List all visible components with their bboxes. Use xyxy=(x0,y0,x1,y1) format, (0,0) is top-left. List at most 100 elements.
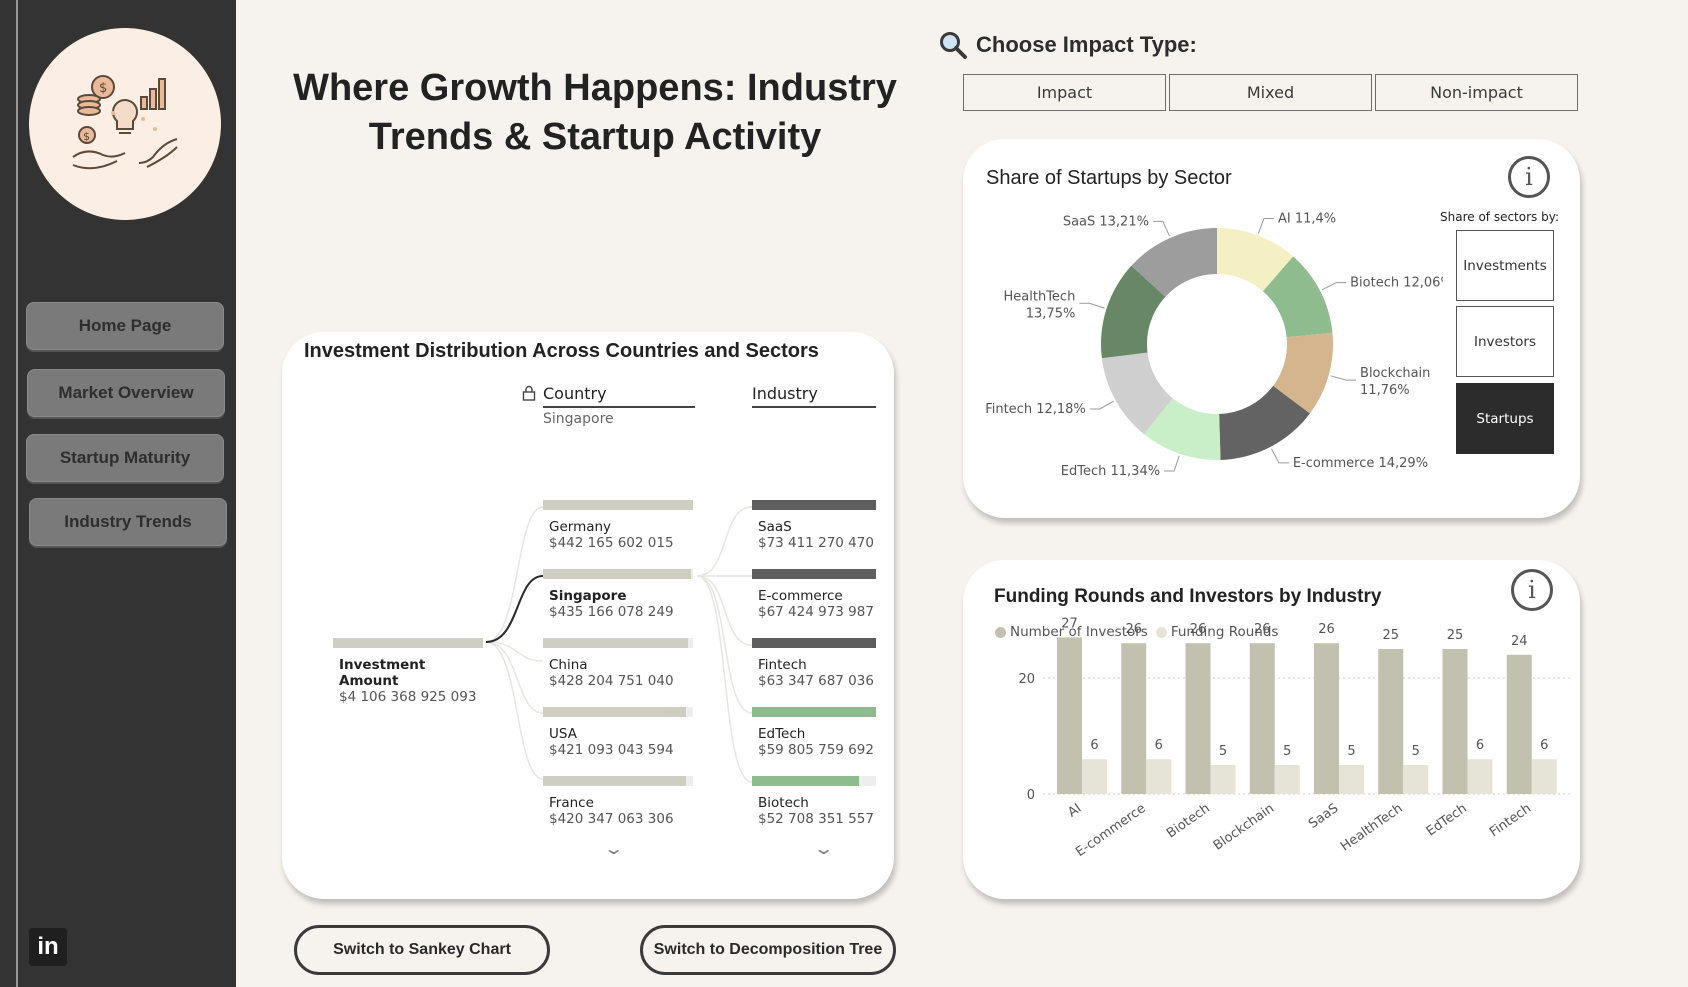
industry-node[interactable]: Fintech $63 347 687 036 xyxy=(752,638,876,689)
donut-leader-line xyxy=(1164,455,1180,472)
country-node-value: $420 347 063 306 xyxy=(549,811,674,827)
share-by-investments-button[interactable]: Investments xyxy=(1456,230,1554,301)
bar-category-label: EdTech xyxy=(1424,801,1470,839)
bar-data-label: 26 xyxy=(1190,622,1207,637)
bar-investors-healthtech[interactable] xyxy=(1378,649,1404,794)
country-expand-chevron-icon[interactable]: ⌄ xyxy=(603,839,624,858)
bar-data-label: 5 xyxy=(1412,744,1420,759)
bar-funding-healthtech[interactable] xyxy=(1403,765,1429,794)
share-by-startups-button[interactable]: Startups xyxy=(1456,383,1554,454)
bar-funding-biotech[interactable] xyxy=(1210,765,1236,794)
bar-ytick-label: 20 xyxy=(1018,672,1035,687)
donut-label-healthtech: HealthTech 13,75% xyxy=(1004,289,1076,321)
country-level-header[interactable]: Country xyxy=(543,384,695,408)
bar-investors-saas[interactable] xyxy=(1314,643,1339,794)
bar-data-label: 26 xyxy=(1254,622,1271,637)
bar-investors-fintech[interactable] xyxy=(1506,654,1532,794)
bar-data-label: 5 xyxy=(1219,744,1227,759)
bar-data-label: 6 xyxy=(1540,738,1548,753)
root-value: $4 106 368 925 093 xyxy=(339,689,477,705)
country-node[interactable]: China $428 204 751 040 xyxy=(543,638,693,689)
bar-funding-blockchain[interactable] xyxy=(1274,765,1300,794)
industry-node-value: $73 411 270 470 xyxy=(758,535,874,551)
donut-info-icon[interactable]: i xyxy=(1508,156,1550,198)
country-node-bar xyxy=(543,707,686,717)
bar-investors-e-commerce[interactable] xyxy=(1121,643,1147,794)
industry-node-label: E-commerce xyxy=(758,588,843,604)
donut-leader-line xyxy=(1079,302,1105,309)
bar-data-label: 6 xyxy=(1155,738,1163,753)
bar-category-label: AI xyxy=(1065,801,1084,821)
industry-node[interactable]: E-commerce $67 424 973 987 xyxy=(752,569,876,620)
bar-data-label: 27 xyxy=(1061,616,1078,631)
industry-node-label: Fintech xyxy=(758,657,807,673)
bar-investors-ai[interactable] xyxy=(1057,637,1082,794)
country-node-bar xyxy=(543,638,689,648)
bar-data-label: 6 xyxy=(1476,738,1484,753)
donut-label-fintech: Fintech 12,18% xyxy=(985,402,1086,417)
country-node-value: $442 165 602 015 xyxy=(549,535,674,551)
industry-expand-chevron-icon[interactable]: ⌄ xyxy=(813,839,834,858)
industry-node-bar xyxy=(752,569,876,579)
country-node[interactable]: Singapore $435 166 078 249 xyxy=(543,569,693,620)
country-node-value: $435 166 078 249 xyxy=(549,604,674,620)
bar-investors-biotech[interactable] xyxy=(1185,643,1211,794)
industry-node-bar xyxy=(752,500,876,510)
bar-chart: 0 20 27 6 AI 26 6 E-commerce 26 5 Biotech 26 5 Blockc… xyxy=(1018,616,1571,860)
industry-node[interactable]: Biotech $52 708 351 557 xyxy=(752,776,876,827)
country-node-label: Germany xyxy=(549,519,612,535)
donut-leader-line xyxy=(1270,448,1289,464)
industry-node[interactable]: SaaS $73 411 270 470 xyxy=(752,500,876,551)
donut-leader-line xyxy=(1257,218,1274,234)
country-selected: Singapore xyxy=(543,411,614,427)
country-node-bar xyxy=(543,500,693,510)
country-node-value: $421 093 043 594 xyxy=(549,742,674,758)
industry-node-bar xyxy=(752,638,876,648)
industry-node-value: $52 708 351 557 xyxy=(758,811,874,827)
bar-category-label: E-commerce xyxy=(1073,801,1148,860)
industry-node-value: $67 424 973 987 xyxy=(758,604,874,620)
industry-node-bar xyxy=(752,776,859,786)
country-node[interactable]: France $420 347 063 306 xyxy=(543,776,693,827)
donut-leader-line xyxy=(1152,220,1170,237)
industry-node-label: SaaS xyxy=(758,519,792,535)
bar-investors-edtech[interactable] xyxy=(1442,649,1468,794)
switch-sankey-button[interactable]: Switch to Sankey Chart xyxy=(294,925,550,975)
country-node[interactable]: USA $421 093 043 594 xyxy=(543,707,693,758)
donut-label-saas: SaaS 13,21% xyxy=(1063,214,1149,229)
bar-data-label: 5 xyxy=(1283,744,1291,759)
industry-node-value: $63 347 687 036 xyxy=(758,673,874,689)
industry-level-header[interactable]: Industry xyxy=(752,384,876,408)
country-node-bar xyxy=(543,776,686,786)
bar-category-label: HealthTech xyxy=(1338,801,1405,854)
switch-decomposition-button[interactable]: Switch to Decomposition Tree xyxy=(640,925,896,975)
country-node[interactable]: Germany $442 165 602 015 xyxy=(543,500,693,551)
bar-category-label: SaaS xyxy=(1306,801,1341,832)
bar-category-label: Blockchain xyxy=(1211,801,1277,854)
donut-label-biotech: Biotech 12,06% xyxy=(1350,276,1443,291)
country-node-label: China xyxy=(549,657,588,673)
bar-funding-e-commerce[interactable] xyxy=(1146,759,1172,794)
country-node-value: $428 204 751 040 xyxy=(549,673,674,689)
industry-node[interactable]: EdTech $59 805 759 692 xyxy=(752,707,876,758)
bar-investors-blockchain[interactable] xyxy=(1249,643,1275,794)
bar-funding-ai[interactable] xyxy=(1082,759,1107,794)
bar-data-label: 26 xyxy=(1318,622,1335,637)
bar-data-label: 26 xyxy=(1125,622,1142,637)
country-node-bar xyxy=(543,569,691,579)
industry-node-label: Biotech xyxy=(758,795,809,811)
industry-node-bar xyxy=(752,707,876,717)
bar-funding-edtech[interactable] xyxy=(1467,759,1493,794)
share-by-investors-button[interactable]: Investors xyxy=(1456,306,1554,377)
bar-ytick-label: 0 xyxy=(1027,788,1035,803)
industry-node-label: EdTech xyxy=(758,726,806,742)
bar-data-label: 24 xyxy=(1511,634,1528,649)
tree-root-node[interactable]: Investment Amount $4 106 368 925 093 xyxy=(333,638,483,705)
bar-funding-fintech[interactable] xyxy=(1531,759,1557,794)
bar-funding-saas[interactable] xyxy=(1339,765,1364,794)
bar-category-label: Biotech xyxy=(1164,801,1213,841)
lock-icon[interactable] xyxy=(522,385,536,405)
donut-label-ai: AI 11,4% xyxy=(1278,212,1336,227)
bar-data-label: 5 xyxy=(1347,744,1355,759)
share-by-label: Share of sectors by: xyxy=(1440,210,1559,224)
